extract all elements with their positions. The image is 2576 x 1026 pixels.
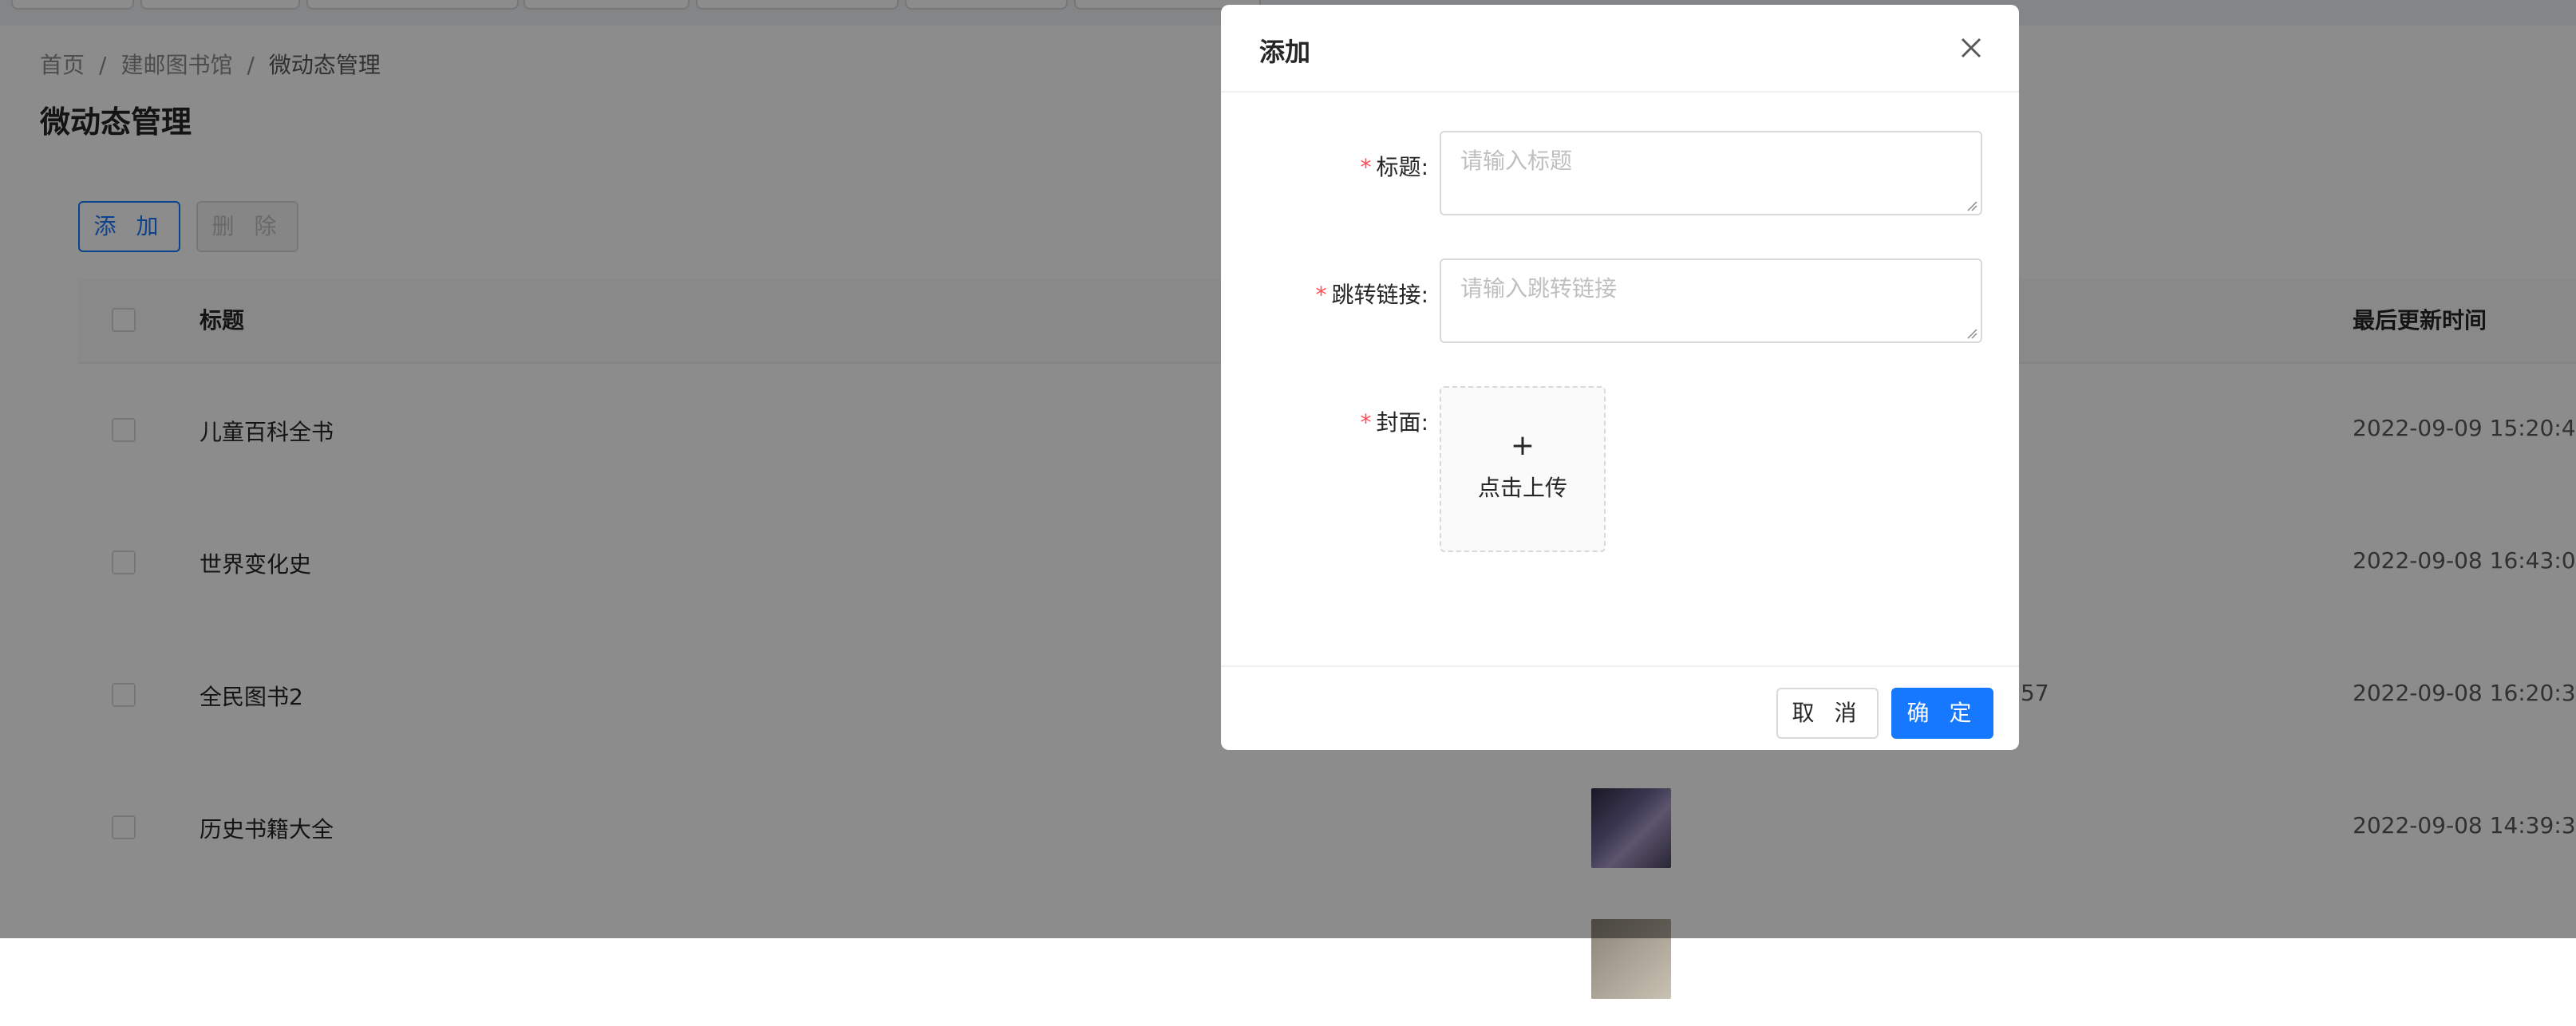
dialog-title: 添加 — [1259, 37, 1311, 67]
required-mark: * — [1315, 282, 1327, 308]
link-input[interactable]: 请输入跳转链接 — [1440, 258, 1982, 343]
close-icon[interactable] — [1955, 32, 1987, 64]
cover-field-label: * 封面: — [1349, 405, 1428, 437]
cover-label-text: 封面 — [1376, 409, 1421, 436]
cover-upload[interactable]: + 点击上传 — [1440, 386, 1606, 552]
resize-grip-icon[interactable] — [1966, 199, 1977, 211]
dialog-footer: 取 消 确 定 — [1221, 665, 2019, 750]
title-input[interactable]: 请输入标题 — [1440, 131, 1982, 215]
plus-icon: + — [1510, 429, 1535, 462]
upload-label: 点击上传 — [1477, 475, 1567, 501]
link-label-text: 跳转链接 — [1331, 282, 1421, 308]
title-placeholder: 请输入标题 — [1460, 148, 1573, 174]
title-label-text: 标题 — [1376, 154, 1421, 180]
dialog-header: 添加 — [1221, 5, 2019, 93]
confirm-button[interactable]: 确 定 — [1891, 688, 1993, 739]
required-mark: * — [1360, 154, 1372, 180]
resize-grip-icon[interactable] — [1966, 327, 1977, 339]
cancel-button[interactable]: 取 消 — [1776, 688, 1879, 739]
title-field-label: * 标题: — [1349, 150, 1428, 182]
label-colon: : — [1420, 409, 1428, 436]
required-mark: * — [1360, 409, 1372, 436]
add-dialog: 添加 * 标题: 请输入标题 * 跳转链接: 请输入跳转链接 * 封面: + 点击上传… — [1221, 5, 2019, 750]
label-colon: : — [1420, 154, 1428, 180]
link-placeholder: 请输入跳转链接 — [1460, 275, 1618, 302]
link-field-label: * 跳转链接: — [1301, 278, 1428, 310]
label-colon: : — [1420, 282, 1428, 308]
